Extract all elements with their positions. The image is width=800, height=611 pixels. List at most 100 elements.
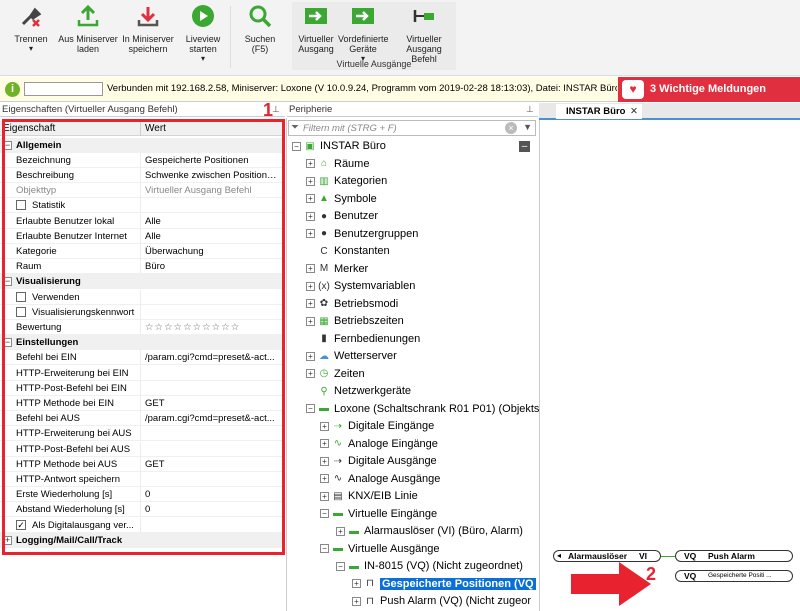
tree-item-label: Digitale Ausgänge [348,455,437,467]
tree-item-virtual-inputs[interactable]: − ▬ Virtuelle Eingänge [320,506,437,524]
info-icon: i [5,82,20,97]
expand-icon[interactable]: + [320,421,329,431]
predefined-label: Vordefinierte Geräte [338,34,389,54]
symbols-icon: ▲ [319,193,329,205]
saved-positions-block[interactable]: VQ Gespeicherte Positi ... [675,570,793,582]
push-alarm-block[interactable]: VQ Push Alarm [675,550,793,562]
upload-icon [76,4,100,28]
tree-item-remote-controls[interactable]: ▮ Fernbedienungen [306,331,420,349]
pin-icon[interactable]: ⊥ [526,104,534,115]
pin-icon[interactable]: ⊥ [272,104,280,115]
expand-icon[interactable]: + [306,176,315,186]
tree-item-digital-outputs[interactable]: + ⇢ Digitale Ausgänge [320,453,437,471]
digital-inputs-icon: ⇢ [333,420,343,432]
tree-item-label: Analoge Ausgänge [348,472,441,485]
expand-icon[interactable]: + [336,526,345,536]
tree-item-system-variables[interactable]: + (x) Systemvariablen [306,278,415,296]
tree-item-push-alarm-vq[interactable]: + ⊓ Push Alarm (VQ) (Nicht zugeor [352,593,531,611]
tree-item-constants[interactable]: C Konstanten [306,243,390,261]
tree-item-flags[interactable]: + M Merker [306,261,368,279]
expand-icon[interactable]: + [352,596,361,606]
block-type: VI [639,551,648,561]
tree-item-rooms[interactable]: + ⌂ Räume [306,156,369,174]
expand-icon[interactable]: + [306,351,315,361]
tree-item-symbols[interactable]: + ▲ Symbole [306,191,377,209]
highlight-arrow [571,562,651,606]
tree-item-loxone-miniserver[interactable]: − ▬ Loxone (Schaltschrank R01 P01) (Objekt… [306,401,539,419]
weather-server-icon: ☁ [319,350,329,362]
close-icon[interactable]: ✕ [630,104,638,119]
expand-icon[interactable]: + [306,299,315,309]
tree-item-label: KNX/EIB Linie [348,490,418,502]
virtual-output-label: Virtueller Ausgang [298,34,334,54]
clear-icon[interactable]: × [505,122,517,134]
periphery-title: Peripherie [287,103,538,117]
tree-item-operating-times[interactable]: + ▦ Betriebszeiten [306,313,404,331]
tree-item-instar-buero[interactable]: − ▣ INSTAR Büro [292,138,386,156]
expand-icon[interactable]: + [320,491,329,501]
collapse-icon[interactable]: − [320,509,329,519]
tree-item-label: IN-8015 (VQ) (Nicht zugeordnet) [364,560,523,572]
expand-icon[interactable]: + [306,211,315,221]
tree-item-saved-positions-vq[interactable]: + ⊓ Gespeicherte Positionen (VQ [352,576,536,594]
tree-item-knx-line[interactable]: + ▤ KNX/EIB Linie [320,488,418,506]
expand-icon[interactable]: + [320,456,329,466]
expand-icon[interactable]: + [320,474,329,484]
tree-item-users[interactable]: + ● Benutzer [306,208,378,226]
tree-item-operating-modes[interactable]: + ✿ Betriebsmodi [306,296,398,314]
tree-item-alarm-trigger-vi[interactable]: + ▬ Alarmauslöser (VI) (Büro, Alarm) [336,523,523,541]
expand-icon[interactable]: + [352,579,361,589]
save-button[interactable]: In Miniserver speichern [120,4,176,54]
virtual-inputs-icon: ▬ [333,508,343,520]
annotation-number-1: 1 [263,100,274,120]
collapse-icon[interactable]: − [306,404,315,414]
disconnect-icon [19,4,43,28]
status-input[interactable] [24,82,103,96]
document-canvas[interactable] [539,103,800,611]
alert-button[interactable]: ♥ 3 Wichtige Meldungen [618,77,800,102]
alarm-trigger-block[interactable]: ◂ Alarmauslöser VI [553,550,661,562]
expand-icon[interactable]: + [320,439,329,449]
expand-icon[interactable]: + [306,159,315,169]
tree-item-analog-outputs[interactable]: + ∿ Analoge Ausgänge [320,471,440,489]
tree-item-network-devices[interactable]: ⚲ Netzwerkgeräte [306,383,411,401]
load-button[interactable]: Aus Miniserver laden [56,4,120,54]
tree-item-label: Konstanten [334,245,390,257]
expand-icon[interactable]: + [306,369,315,379]
tree-item-categories[interactable]: + ▥ Kategorien [306,173,387,191]
expand-icon[interactable]: + [306,194,315,204]
flags-icon: M [319,263,329,275]
tree-item-virtual-outputs[interactable]: − ▬ Virtuelle Ausgänge [320,541,440,559]
virtual-output-button[interactable]: Virtueller Ausgang [294,4,338,54]
expand-icon[interactable]: + [306,281,315,291]
chevron-down-icon[interactable]: ▼ [523,122,532,132]
collapse-icon[interactable]: − [320,544,329,554]
tree-item-label: Push Alarm (VQ) (Nicht zugeor [380,595,531,607]
tree-item-digital-inputs[interactable]: + ⇢ Digitale Eingänge [320,418,434,436]
tree-item-analog-inputs[interactable]: + ∿ Analoge Eingänge [320,436,438,454]
collapse-all-button[interactable]: – [519,141,530,152]
tree-item-weather-server[interactable]: + ☁ Wetterserver [306,348,397,366]
expand-icon[interactable]: + [306,264,315,274]
remote-controls-icon: ▮ [321,333,327,345]
tree-item-label: Kategorien [334,175,388,187]
tree-item-times[interactable]: + ◷ Zeiten [306,366,365,384]
tab-instar-buero[interactable]: INSTAR Büro ✕ [556,104,642,119]
tree-item-in-8015-vq[interactable]: − ▬ IN-8015 (VQ) (Nicht zugeordnet) [336,558,523,576]
collapse-icon[interactable]: − [292,141,301,151]
tree-item-user-groups[interactable]: + ● Benutzergruppen [306,226,418,244]
predefined-devices-button[interactable]: Vordefinierte Geräte ▾ [338,4,389,64]
virtual-output-command-button[interactable]: Virtueller Ausgang Befehl [394,4,454,64]
block-type: VQ [684,551,697,561]
filter-input[interactable]: ⏷ Filtern mit (STRG + F) × ▼ [288,120,536,136]
search-button[interactable]: Suchen (F5) [236,4,284,54]
tree-item-label: Gespeicherte Positionen (VQ [380,577,536,590]
tree-item-label: Wetterserver [334,350,397,362]
disconnect-button[interactable]: Trennen ▾ [8,4,54,54]
expand-icon[interactable]: + [306,229,315,239]
collapse-icon[interactable]: − [336,561,345,571]
constants-icon: C [320,245,328,257]
search-icon [248,4,272,28]
expand-icon[interactable]: + [306,316,315,326]
liveview-button[interactable]: Liveview starten ▾ [180,4,226,64]
